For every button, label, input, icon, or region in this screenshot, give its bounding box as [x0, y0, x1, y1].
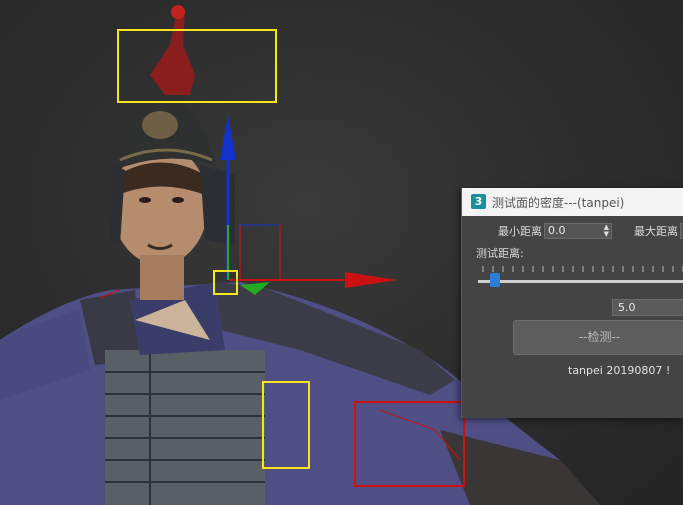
dialog-titlebar[interactable]: 3 测试面的密度---(tanpei) [462, 188, 683, 216]
test-distance-label: 测试距离: [476, 247, 524, 260]
test-distance-slider-track[interactable] [478, 280, 683, 283]
highlight-box-sleeve [262, 381, 310, 469]
detect-button[interactable]: --检测-- [513, 320, 683, 355]
highlight-box-neck [213, 270, 238, 295]
highlight-box-helmet-top [117, 29, 277, 103]
highlight-box-forearm [354, 401, 465, 487]
min-distance-spinner[interactable]: 0.0 ▲ ▼ [544, 223, 612, 239]
dialog-title: 测试面的密度---(tanpei) [492, 196, 625, 210]
3dsmax-app-icon: 3 [471, 194, 486, 209]
density-test-dialog: 3 测试面的密度---(tanpei) 最小距离 0.0 ▲ ▼ 最大距离 测试距… [461, 188, 683, 418]
slider-ticks [482, 266, 683, 272]
min-distance-label: 最小距离 [498, 225, 542, 238]
test-distance-slider-thumb[interactable] [490, 273, 500, 287]
author-credit: tanpei 20190807 ! [568, 364, 671, 377]
min-distance-value: 0.0 [548, 224, 566, 237]
spinner-arrows-icon[interactable]: ▲ ▼ [604, 224, 609, 238]
distance-value-field[interactable]: 5.0 [612, 299, 683, 316]
max-distance-label: 最大距离 [634, 225, 678, 238]
distance-value: 5.0 [618, 301, 636, 314]
